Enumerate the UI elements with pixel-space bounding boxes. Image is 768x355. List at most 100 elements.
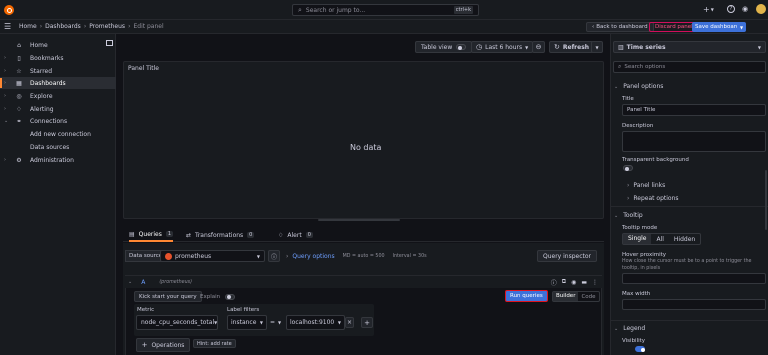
- menu-icon[interactable]: ☰: [4, 23, 11, 31]
- chevron-down-icon: ▼: [710, 7, 714, 12]
- editor-mode-switch: Builder Code: [552, 291, 600, 302]
- tooltip-mode-all[interactable]: All: [651, 236, 668, 243]
- search-icon: ⌕: [618, 63, 622, 70]
- query-ref-id[interactable]: A: [141, 279, 145, 286]
- query-options-toggle[interactable]: › Query options MD = auto = 500 Interval…: [286, 250, 427, 262]
- new-menu-button[interactable]: + ▼: [703, 5, 714, 14]
- query-inspector-button[interactable]: Query inspector: [537, 250, 598, 262]
- chevron-down-icon: ▼: [757, 44, 761, 50]
- explain-toggle[interactable]: Explain: [200, 292, 236, 301]
- avatar[interactable]: [756, 4, 766, 14]
- legend-visibility-switch[interactable]: [635, 346, 646, 352]
- builder-mode-button[interactable]: Builder: [553, 292, 579, 301]
- sidebar-item-home[interactable]: ⌂ Home: [0, 39, 116, 51]
- sidebar-item-starred[interactable]: › ☆ Starred: [0, 65, 116, 77]
- chevron-right-icon[interactable]: ›: [4, 68, 6, 74]
- refresh-interval-button[interactable]: ▼: [591, 41, 603, 53]
- options-search-input[interactable]: ⌕ Search options: [613, 61, 766, 73]
- tooltip-section[interactable]: ⌄ Tooltip: [614, 212, 643, 219]
- code-mode-button[interactable]: Code: [578, 294, 598, 300]
- eye-icon[interactable]: ◉: [571, 279, 576, 286]
- news-icon[interactable]: ◉: [742, 5, 748, 13]
- help-icon[interactable]: ?: [727, 5, 735, 13]
- chevron-right-icon[interactable]: ›: [4, 157, 6, 163]
- sidebar-item-data-sources[interactable]: Data sources: [0, 141, 116, 153]
- zoom-out-icon: ⊖: [535, 43, 542, 51]
- run-queries-button[interactable]: Run queries: [505, 290, 548, 302]
- sidebar-item-connections[interactable]: ⌄ ⚭ Connections: [0, 115, 116, 127]
- resize-handle[interactable]: [318, 219, 400, 221]
- description-textarea[interactable]: [622, 131, 766, 152]
- chevron-down-icon: ▼: [337, 320, 341, 325]
- bell-icon: ♢: [278, 231, 284, 239]
- label-filter-value-select[interactable]: localhost:9100 ▼: [286, 315, 345, 330]
- refresh-button[interactable]: ↻ Refresh: [549, 41, 595, 53]
- chevron-down-icon[interactable]: ⌄: [128, 279, 132, 285]
- add-filter-button[interactable]: +: [361, 317, 373, 328]
- operations-button[interactable]: + Operations: [136, 338, 190, 352]
- copy-icon[interactable]: ⧉: [562, 278, 566, 286]
- panel-title-input[interactable]: Panel Title: [622, 104, 766, 116]
- label-filters-label: Label filters: [227, 307, 260, 313]
- visualization-picker[interactable]: ▥ Time series ▼: [613, 41, 766, 53]
- metric-select[interactable]: node_cpu_seconds_total ▼: [136, 315, 218, 330]
- tab-transformations[interactable]: ⇄ Transformations 0: [186, 230, 255, 240]
- transparent-switch[interactable]: [623, 165, 633, 171]
- label-filter-key-select[interactable]: instance ▼: [227, 315, 267, 330]
- kickstart-button[interactable]: Kick start your query: [134, 291, 202, 302]
- panel-options-section[interactable]: ⌄ Panel options: [614, 83, 663, 90]
- breadcrumb-prometheus[interactable]: Prometheus: [89, 23, 125, 30]
- legend-section[interactable]: ⌄ Legend: [614, 325, 645, 332]
- hover-proximity-input[interactable]: [622, 273, 766, 284]
- explain-switch[interactable]: [225, 293, 236, 300]
- chevron-down-icon: ⌄: [614, 83, 619, 90]
- time-range-picker[interactable]: ◷ Last 6 hours ▼: [471, 41, 534, 53]
- remove-filter-button[interactable]: ×: [345, 317, 354, 328]
- breadcrumb-dashboards[interactable]: Dashboards: [45, 23, 81, 30]
- table-view-toggle[interactable]: Table view: [415, 41, 473, 53]
- transparent-label: Transparent background: [622, 157, 689, 163]
- sidebar-item-dashboards[interactable]: › ▦ Dashboards: [0, 77, 116, 89]
- chevron-right-icon[interactable]: ›: [4, 80, 6, 86]
- back-to-dashboard-button[interactable]: ‹ Back to dashboard: [586, 22, 654, 32]
- chevron-right-icon[interactable]: ›: [4, 106, 6, 112]
- table-view-switch[interactable]: [456, 44, 467, 50]
- gear-icon: ⚙: [16, 156, 22, 164]
- trash-icon[interactable]: ▬: [581, 279, 587, 286]
- panel-links-section[interactable]: › Panel links: [627, 182, 665, 189]
- search-bar[interactable]: ⌕ Search or jump to... ctrl+k: [292, 4, 479, 16]
- sidebar-item-administration[interactable]: › ⚙ Administration: [0, 154, 116, 166]
- tooltip-mode-single[interactable]: Single: [623, 234, 652, 244]
- hint-add-rate-button[interactable]: Hint: add rate: [193, 339, 236, 348]
- options-scrollbar[interactable]: [765, 170, 767, 230]
- panel-preview[interactable]: Panel Title No data: [123, 61, 604, 219]
- datasource-picker[interactable]: prometheus ▼: [160, 250, 265, 262]
- repeat-options-section[interactable]: › Repeat options: [627, 195, 679, 202]
- label-filter-operator[interactable]: = ▼: [270, 318, 281, 327]
- info-icon: ⓘ: [270, 253, 277, 261]
- max-width-input[interactable]: [622, 299, 766, 310]
- chevron-right-icon[interactable]: ›: [4, 93, 6, 99]
- chevron-down-icon: ▼: [214, 320, 218, 325]
- chevron-right-icon[interactable]: ›: [4, 55, 6, 61]
- tab-queries[interactable]: ▤ Queries 1: [129, 230, 174, 242]
- save-dashboard-button[interactable]: Save dashboard: [692, 22, 743, 32]
- database-icon: ▤: [129, 230, 135, 238]
- top-bar: ⌕ Search or jump to... ctrl+k + ▼ ? ◉: [0, 0, 768, 20]
- breadcrumb-home[interactable]: Home: [19, 23, 37, 30]
- tooltip-mode-hidden[interactable]: Hidden: [669, 236, 700, 243]
- grafana-logo[interactable]: [4, 5, 14, 15]
- chevron-down-icon[interactable]: ⌄: [4, 118, 8, 124]
- datasource-help-button[interactable]: ⓘ: [268, 250, 280, 262]
- drag-handle-icon[interactable]: ⋮: [592, 279, 598, 286]
- save-options-button[interactable]: ▼: [737, 22, 747, 32]
- hover-proximity-label: Hover proximity: [622, 252, 667, 258]
- sidebar-item-add-new-connection[interactable]: Add new connection: [0, 128, 116, 140]
- sidebar-item-bookmarks[interactable]: › ▯ Bookmarks: [0, 52, 116, 64]
- tab-alert[interactable]: ♢ Alert 0: [278, 230, 313, 240]
- help-icon[interactable]: ⓘ: [551, 278, 557, 287]
- sidebar-item-explore[interactable]: › ◎ Explore: [0, 90, 116, 102]
- zoom-out-button[interactable]: ⊖: [532, 41, 545, 53]
- sidebar-item-alerting[interactable]: › ♢ Alerting: [0, 103, 116, 115]
- query-tabs: ▤ Queries 1 ⇄ Transformations 0 ♢ Alert …: [123, 228, 604, 242]
